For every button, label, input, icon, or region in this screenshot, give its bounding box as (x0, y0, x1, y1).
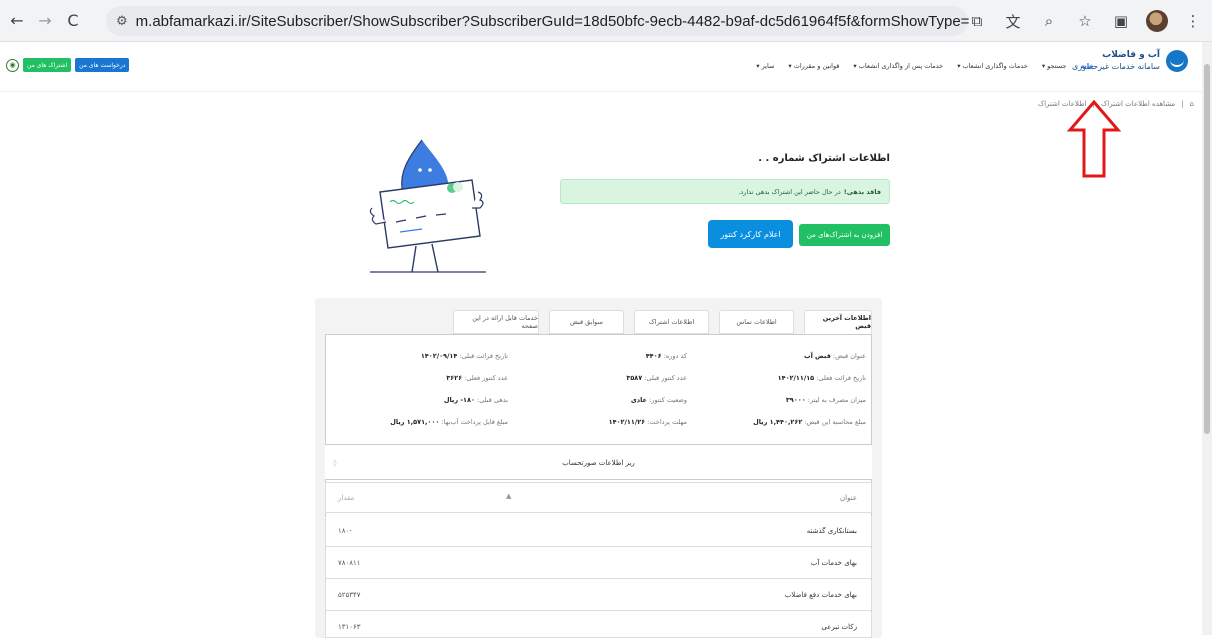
bill-kv: میزان مصرف به لیتر: ۳۹۰۰۰ (785, 396, 866, 404)
row-value: ۷۸۰۸۱۱ (338, 559, 361, 567)
page-scrollbar[interactable] (1202, 42, 1212, 635)
info-panel: اطلاعات آخرین قبض اطلاعات تماس اطلاعات ا… (315, 298, 882, 638)
sort-asc-icon[interactable]: ▲ (506, 492, 511, 500)
alert-text: در حال حاضر این اشتراک بدهی ندارد. (738, 187, 841, 196)
url-text: m.abfamarkazi.ir/SiteSubscriber/ShowSubs… (135, 12, 970, 30)
side-panel-icon[interactable]: ▣ (1110, 10, 1132, 32)
bill-kv: بدهی قبلی: ۱۸۰- ریال (443, 396, 508, 404)
report-meter-reading-button[interactable]: اعلام کارکرد کنتور (708, 220, 793, 248)
nav-post-branch-services[interactable]: خدمات پس از واگذاری انشعاب ▾ (853, 62, 943, 70)
cast-icon[interactable]: ⧉ (966, 10, 988, 32)
user-icon[interactable]: ◉ (6, 58, 19, 72)
collapse-icon[interactable]: ◊ (333, 459, 336, 467)
add-to-my-subscriptions-button[interactable]: افزودن به اشتراک‌های من (799, 224, 890, 246)
browser-toolbar: ← → C ⚙ m.abfamarkazi.ir/SiteSubscriber/… (0, 0, 1212, 42)
col-amount-header[interactable]: مقدار (338, 494, 354, 502)
zoom-icon[interactable]: ⌕ (1038, 10, 1060, 32)
col-title-header[interactable]: عنوان (840, 494, 857, 502)
row-value: ۵۲۵۳۴۷ (338, 591, 361, 599)
logo-drop-icon (1166, 50, 1188, 72)
back-icon[interactable]: ← (6, 10, 28, 32)
table-row: زکات تبرعی ۱۳۱۰۶۳ (325, 612, 872, 638)
tab-bar: اطلاعات آخرین قبض اطلاعات تماس اطلاعات ا… (453, 310, 872, 334)
bookmark-star-icon[interactable]: ☆ (1074, 10, 1096, 32)
bill-kv: مبلغ محاسبه این قبض: ۱,۴۴۰,۲۶۲ ریال (753, 418, 866, 426)
site-header: آب و فاضلاب سامانه خدمات غیرحضوری خانه ج… (0, 42, 1202, 92)
translate-icon[interactable]: 文 (1002, 10, 1024, 32)
address-bar[interactable]: ⚙ m.abfamarkazi.ir/SiteSubscriber/ShowSu… (106, 6, 970, 36)
alert-bold: فاقد بدهی! (843, 187, 881, 196)
tab-available-services[interactable]: خدمات قابل ارائه در این صفحه (453, 310, 539, 334)
nav-rules[interactable]: قوانین و مقررات ▾ (788, 62, 839, 70)
bill-kv: کد دوره: ۴۴۰۶ (645, 352, 687, 360)
bill-kv: تاریخ قرائت قبلی: ۱۴۰۲/۰۹/۱۴ (420, 352, 508, 360)
no-debt-alert: فاقد بدهی! در حال حاضر این اشتراک بدهی ن… (560, 179, 890, 204)
row-label: بستانکاری گذشته (806, 527, 857, 535)
tab-bill-history[interactable]: سوابق قبض (549, 310, 624, 334)
home-icon[interactable]: ⌂ (1190, 100, 1194, 108)
nav-branch-services[interactable]: خدمات واگذاری انشعاب ▾ (957, 62, 1028, 70)
reload-icon[interactable]: C (62, 10, 84, 32)
my-requests-button[interactable]: درخواست های من (75, 58, 130, 72)
tab-subscription-info[interactable]: اطلاعات اشتراک (634, 310, 709, 334)
profile-avatar[interactable] (1146, 10, 1168, 32)
row-label: بهای خدمات دفع فاضلاب (784, 591, 857, 599)
row-value: ۱۳۱۰۶۳ (338, 623, 361, 631)
breadcrumb-sep: | (1181, 100, 1184, 108)
row-label: بهای خدمات آب (810, 559, 857, 567)
tab-contact-info[interactable]: اطلاعات تماس (719, 310, 794, 334)
bill-detail-header[interactable]: ریز اطلاعات صورتحساب ◊ (325, 444, 872, 480)
tab-last-bill[interactable]: اطلاعات آخرین قبض (804, 310, 872, 334)
page-title: اطلاعات اشتراک شماره . . (758, 153, 890, 164)
detail-table-header: عنوان مقدار ▲ (325, 482, 872, 513)
bill-kv: مبلغ قابل پرداخت آب‌بها: ۱,۵۷۱,۰۰۰ ریال (390, 418, 508, 426)
bill-kv: تاریخ قرائت فعلی: ۱۴۰۲/۱۱/۱۵ (777, 374, 866, 382)
table-row: بستانکاری گذشته ۱۸۰- (325, 516, 872, 547)
bill-kv: مهلت پرداخت: ۱۴۰۲/۱۱/۲۶ (608, 418, 687, 426)
nav-other[interactable]: سایر ▾ (756, 62, 774, 70)
forward-icon[interactable]: → (34, 10, 56, 32)
logo-title: آب و فاضلاب (1102, 50, 1160, 60)
bill-detail-title: ریز اطلاعات صورتحساب (562, 459, 635, 467)
table-row: بهای خدمات دفع فاضلاب ۵۲۵۳۴۷ (325, 580, 872, 611)
bill-kv: عدد کنتور فعلی: ۳۶۲۶ (446, 374, 508, 382)
row-value: ۱۸۰- (338, 527, 352, 535)
scrollbar-thumb[interactable] (1204, 64, 1210, 434)
nav-search[interactable]: جستجو ▾ (1042, 62, 1067, 70)
more-menu-icon[interactable]: ⋮ (1182, 10, 1204, 32)
bill-kv: وضعیت کنتور: عادی (630, 396, 687, 404)
main-nav: خانه جستجو ▾ خدمات واگذاری انشعاب ▾ خدما… (756, 62, 1094, 70)
table-row: بهای خدمات آب ۷۸۰۸۱۱ (325, 548, 872, 579)
card-mascot-illustration (369, 139, 486, 273)
my-subscriptions-button[interactable]: اشتراک های من (23, 58, 72, 72)
red-arrow-annotation-icon (1066, 100, 1122, 178)
site-settings-icon[interactable]: ⚙ (116, 12, 128, 30)
nav-home[interactable]: خانه (1080, 62, 1094, 70)
row-label: زکات تبرعی (821, 623, 857, 631)
bill-kv: عنوان قبض: قبض آب (804, 352, 866, 360)
bill-kv: عدد کنتور قبلی: ۳۵۸۷ (626, 374, 687, 382)
